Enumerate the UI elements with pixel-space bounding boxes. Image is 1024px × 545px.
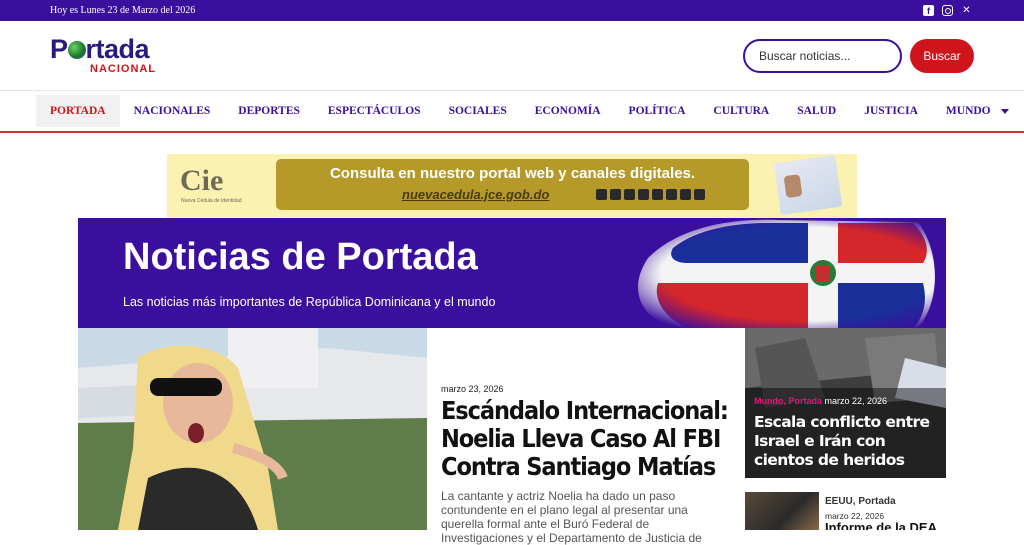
nav-item-sociales[interactable]: SOCIALES (435, 95, 521, 127)
telegram-icon (666, 189, 677, 200)
id-card-image (773, 154, 843, 216)
site-header: Prtada NACIONAL Buscar (0, 21, 1024, 90)
search-form: Buscar (743, 38, 974, 73)
hero-title: Noticias de Portada (123, 236, 478, 278)
logo-subtext: NACIONAL (90, 62, 157, 75)
x-icon[interactable]: ✕ (961, 5, 972, 16)
banner-social-icons (596, 189, 705, 200)
banner-brand: Cie (180, 164, 224, 197)
side-story-date: marzo 22, 2026 (824, 396, 888, 406)
nav-item-justicia[interactable]: JUSTICIA (850, 95, 932, 127)
side-story-meta: Mundo, Portada marzo 22, 2026 (754, 396, 887, 406)
logo-text: Prtada (50, 33, 150, 65)
instagram-icon[interactable] (942, 5, 953, 16)
hero-subtitle: Las noticias más importantes de Repúblic… (123, 295, 496, 309)
side-story-categories[interactable]: Mundo, Portada (754, 396, 822, 406)
tiktok-icon (680, 189, 691, 200)
x-icon (596, 189, 607, 200)
article-title[interactable]: Escándalo Internacional: Noelia Lleva Ca… (441, 397, 735, 481)
main-nav: PORTADA NACIONALES DEPORTES ESPECTÁCULOS… (0, 90, 1024, 133)
instagram-icon (610, 189, 621, 200)
featured-article: marzo 23, 2026 Escándalo Internacional: … (441, 384, 731, 545)
side-story-thumbnail (745, 492, 819, 530)
featured-image[interactable] (78, 328, 427, 530)
side-story-card[interactable]: Mundo, Portada marzo 22, 2026 Escala con… (745, 328, 946, 478)
search-input[interactable] (743, 38, 902, 73)
nav-item-salud[interactable]: SALUD (783, 95, 850, 127)
nav-item-deportes[interactable]: DEPORTES (224, 95, 314, 127)
facebook-icon[interactable]: f (923, 5, 934, 16)
nav-item-espectaculos[interactable]: ESPECTÁCULOS (314, 95, 435, 127)
side-story-title[interactable]: Informe de la DEA (825, 520, 937, 530)
nav-item-nacionales[interactable]: NACIONALES (120, 95, 225, 127)
top-bar: Hoy es Lunes 23 de Marzo del 2026 f ✕ (0, 0, 1024, 21)
id-card-photo (783, 174, 803, 199)
banner-brand-sub: Nueva Cédula de Identidad (181, 198, 242, 204)
chevron-down-icon (1000, 108, 1009, 114)
banner-url: nuevacedula.jce.gob.do (402, 187, 550, 202)
youtube-icon (624, 189, 635, 200)
side-story-categories[interactable]: EEUU, Portada (825, 496, 896, 507)
linkedin-icon (652, 189, 663, 200)
flickr-icon (694, 189, 705, 200)
side-story-item[interactable]: EEUU, Portada marzo 22, 2026 Informe de … (745, 492, 946, 530)
banner-headline: Consulta en nuestro portal web y canales… (329, 165, 696, 182)
nav-item-mundo-label: MUNDO (945, 105, 991, 117)
nav-item-cultura[interactable]: CULTURA (699, 95, 783, 127)
nav-item-economia[interactable]: ECONOMÍA (521, 95, 615, 127)
article-excerpt: La cantante y actriz Noelia ha dado un p… (441, 489, 702, 545)
site-logo[interactable]: Prtada NACIONAL (50, 33, 165, 76)
dominican-flag-image (618, 218, 946, 328)
hero-section: Noticias de Portada Las noticias más imp… (78, 218, 946, 328)
side-story-title[interactable]: Escala conflicto entre Israel e Irán con… (754, 413, 939, 470)
ad-banner[interactable]: Cie Nueva Cédula de Identidad Consulta e… (167, 154, 857, 218)
featured-photo (78, 328, 427, 530)
article-date: marzo 23, 2026 (441, 384, 504, 394)
search-button[interactable]: Buscar (910, 38, 974, 73)
current-date: Hoy es Lunes 23 de Marzo del 2026 (50, 5, 196, 16)
social-links: f ✕ (923, 5, 972, 16)
nav-item-politica[interactable]: POLÍTICA (615, 95, 700, 127)
nav-item-portada[interactable]: PORTADA (36, 95, 120, 127)
logo-p: P (50, 33, 68, 64)
facebook-icon (638, 189, 649, 200)
banner-message-box: Consulta en nuestro portal web y canales… (276, 159, 749, 210)
nav-item-mundo[interactable]: MUNDO (932, 95, 1023, 127)
logo-rest: rtada (85, 33, 150, 64)
globe-icon (67, 40, 86, 59)
